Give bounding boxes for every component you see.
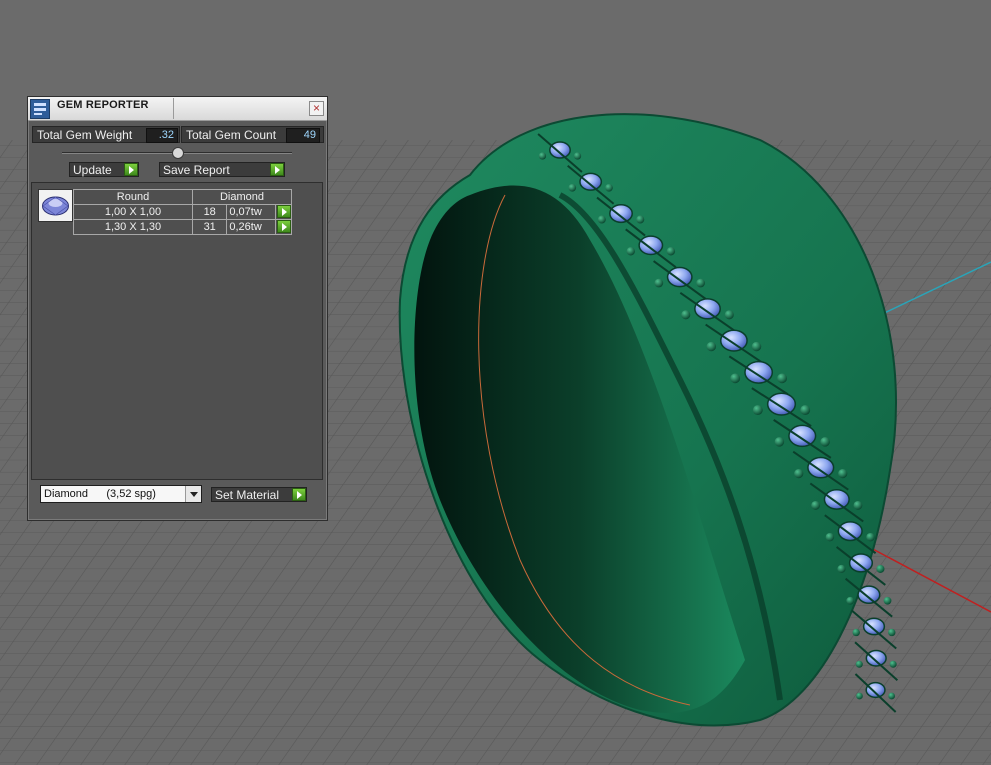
total-weight-value: .32 (146, 128, 178, 143)
bead (838, 469, 848, 479)
column-header-shape: Round (73, 189, 193, 205)
row-select-button[interactable] (275, 204, 292, 220)
gem-list: Round Diamond 1,00 X 1,00 18 0,07tw 1,30… (31, 182, 323, 480)
material-dropdown[interactable]: Diamond (3,52 spg) (40, 485, 202, 503)
gem-stone (766, 392, 797, 416)
set-material-button[interactable]: Set Material (211, 487, 307, 502)
table-row[interactable]: 1,00 X 1,00 18 0,07tw (73, 204, 292, 220)
gem-weight: 0,07tw (226, 204, 277, 220)
chevron-down-icon[interactable] (185, 486, 201, 502)
gem-stone (744, 360, 774, 384)
gem-stone (823, 488, 850, 510)
gem-stone (638, 235, 664, 256)
play-arrow-icon (292, 488, 306, 501)
gem-stone (666, 266, 693, 288)
table-header: Round Diamond (73, 189, 292, 205)
set-material-label: Set Material (215, 488, 280, 502)
bead (706, 341, 717, 352)
bead (774, 437, 785, 447)
bead (825, 532, 835, 542)
bead (794, 469, 804, 479)
bead (751, 341, 762, 352)
bead (876, 564, 885, 573)
play-arrow-icon (270, 163, 284, 176)
bead (811, 501, 821, 510)
save-report-button[interactable]: Save Report (159, 162, 285, 177)
bead (626, 247, 635, 256)
bead (856, 692, 863, 700)
material-selected-value: Diamond (3,52 spg) (44, 488, 156, 500)
gem-size: 1,30 X 1,30 (73, 219, 193, 235)
gem-size: 1,00 X 1,00 (73, 204, 193, 220)
gem-stone (609, 203, 633, 224)
bead (855, 660, 863, 668)
gem-stone (549, 141, 571, 159)
bead (538, 152, 547, 160)
gem-stone (694, 298, 721, 320)
close-button[interactable]: × (309, 101, 324, 116)
title-divider (173, 98, 174, 119)
bead (752, 405, 763, 416)
slider-handle[interactable] (172, 147, 184, 159)
bead (568, 183, 577, 192)
play-arrow-icon (124, 163, 138, 176)
gem-count: 18 (191, 204, 228, 220)
gem-stone (865, 649, 887, 667)
gem-stone (862, 617, 886, 636)
bead (730, 373, 741, 384)
gem-table: Round Diamond 1,00 X 1,00 18 0,07tw 1,30… (73, 189, 292, 235)
bead (666, 247, 676, 256)
gem-stone (857, 585, 881, 604)
gem-stone (788, 424, 817, 448)
gem-reporter-icon (30, 99, 50, 119)
bead (846, 596, 855, 605)
bead (597, 215, 606, 224)
window-title: GEM REPORTER (57, 99, 149, 111)
gem-reporter-window: GEM REPORTER × Total Gem Weight .32 Tota… (27, 96, 328, 521)
bead (866, 532, 875, 542)
total-weight-box: Total Gem Weight .32 (32, 126, 180, 143)
play-arrow-icon (277, 205, 291, 218)
bead (888, 692, 895, 700)
total-count-value: 49 (286, 128, 320, 143)
gem-weight: 0,26tw (226, 219, 277, 235)
table-row[interactable]: 1,30 X 1,30 31 0,26tw (73, 219, 292, 235)
bead (820, 437, 830, 447)
total-count-label: Total Gem Count (186, 128, 277, 142)
bead (800, 405, 811, 416)
save-report-label: Save Report (163, 163, 230, 177)
update-button[interactable]: Update (69, 162, 139, 177)
row-select-button[interactable] (275, 219, 292, 235)
total-count-box: Total Gem Count 49 (181, 126, 324, 143)
titlebar[interactable]: GEM REPORTER × (28, 97, 327, 121)
bead (605, 183, 613, 192)
bead (573, 152, 582, 160)
bead (852, 628, 860, 637)
gem-stone (848, 553, 874, 573)
gem-count: 31 (191, 219, 228, 235)
column-header-material: Diamond (192, 189, 292, 205)
bead (853, 501, 863, 510)
bead (724, 310, 734, 320)
bead (696, 278, 706, 288)
gem-stone (807, 456, 835, 479)
gem-stone (579, 172, 603, 191)
total-weight-label: Total Gem Weight (37, 128, 133, 142)
bead (777, 373, 787, 384)
bead (888, 628, 896, 637)
gem-stone (865, 681, 886, 699)
bead (654, 278, 664, 288)
round-gem-icon[interactable] (38, 189, 73, 222)
bead (681, 310, 691, 320)
bead (883, 596, 892, 605)
bead (636, 215, 645, 224)
gem-stone (719, 329, 748, 352)
gem-stone (837, 521, 863, 542)
bead (837, 564, 846, 573)
update-label: Update (73, 163, 112, 177)
play-arrow-icon (277, 220, 291, 233)
bead (889, 660, 897, 668)
